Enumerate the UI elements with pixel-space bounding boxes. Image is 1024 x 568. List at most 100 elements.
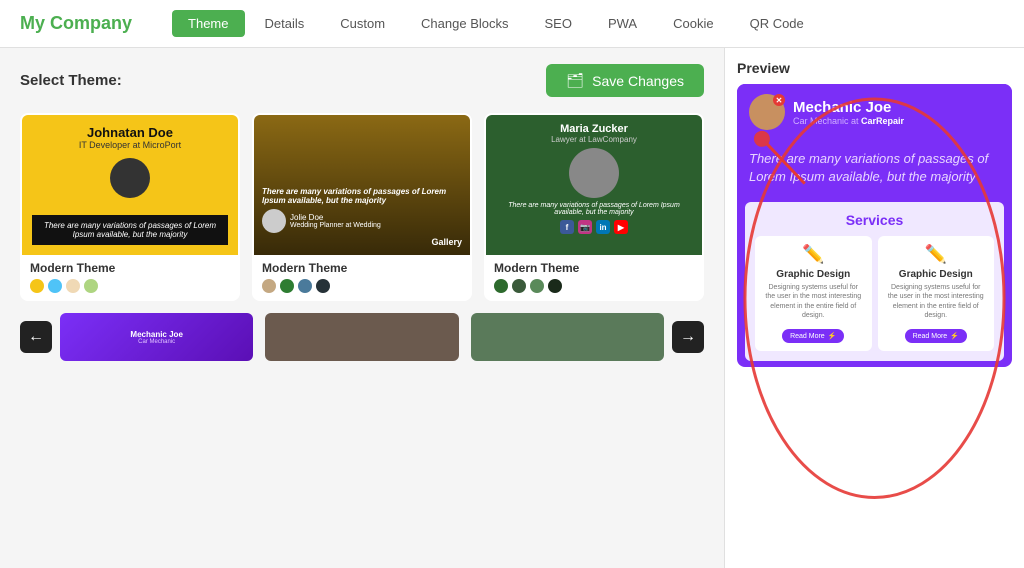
preview-header: ✕ Mechanic Joe Car Mechanic at CarRepair	[737, 84, 1012, 140]
main-content: Select Theme: 🗂 Save Changes Johnatan Do…	[0, 48, 1024, 568]
card2-info: Jolie Doe Wedding Planner at Wedding	[290, 213, 381, 229]
read-more-icon-1: ⚡	[828, 332, 837, 340]
theme-card-1-footer: Modern Theme	[22, 255, 238, 299]
thumb-1[interactable]: Mechanic Joe Car Mechanic	[60, 313, 253, 361]
card3-body-text: There are many variations of passages of…	[494, 202, 694, 216]
theme-card-2[interactable]: There are many variations of passages of…	[252, 113, 472, 301]
save-button[interactable]: 🗂 Save Changes	[546, 64, 704, 97]
color-dot[interactable]	[262, 279, 276, 293]
card1-subtitle: IT Developer at MicroPort	[79, 140, 181, 150]
read-more-icon-2: ⚡	[950, 332, 959, 340]
thumb-2[interactable]	[265, 313, 458, 361]
card2-avatar	[262, 209, 286, 233]
color-dot[interactable]	[48, 279, 62, 293]
service-1-icon: ✏️	[763, 244, 864, 265]
services-grid: ✏️ Graphic Design Designing systems usef…	[755, 236, 994, 351]
preview-card-wrapper: ✕ Mechanic Joe Car Mechanic at CarRepair…	[737, 84, 1012, 367]
theme-card-3-footer: Modern Theme	[486, 255, 702, 299]
tab-seo[interactable]: SEO	[529, 10, 588, 37]
preview-avatar: ✕	[749, 94, 785, 130]
theme-card-3-name: Modern Theme	[494, 261, 694, 275]
tab-custom[interactable]: Custom	[324, 10, 401, 37]
tab-qr-code[interactable]: QR Code	[734, 10, 820, 37]
save-label: Save Changes	[592, 73, 684, 89]
theme-card-1[interactable]: Johnatan Doe IT Developer at MicroPort T…	[20, 113, 240, 301]
preview-services: Services ✏️ Graphic Design Designing sys…	[745, 202, 1004, 361]
card2-label: Gallery	[262, 237, 462, 247]
theme-card-2-image: There are many variations of passages of…	[254, 115, 470, 255]
card3-social-icons: f 📷 in ▶	[560, 220, 628, 234]
color-dot[interactable]	[512, 279, 526, 293]
preview-person-role: Car Mechanic at CarRepair	[793, 116, 904, 126]
theme-card-3[interactable]: Maria Zucker Lawyer at LawCompany There …	[484, 113, 704, 301]
color-dot[interactable]	[30, 279, 44, 293]
card2-person-name: Jolie Doe	[290, 213, 381, 222]
tab-cookie[interactable]: Cookie	[657, 10, 729, 37]
theme-card-1-colors	[30, 279, 230, 293]
theme-card-1-name: Modern Theme	[30, 261, 230, 275]
service-1-desc: Designing systems useful for the user in…	[763, 283, 864, 319]
tab-change-blocks[interactable]: Change Blocks	[405, 10, 524, 37]
card1-body-text: There are many variations of passages of…	[32, 215, 228, 245]
preview-person-info: Mechanic Joe Car Mechanic at CarRepair	[793, 99, 904, 126]
service-1-btn[interactable]: Read More ⚡	[782, 329, 844, 343]
preview-label: Preview	[737, 60, 1012, 76]
avatar-x-icon: ✕	[773, 94, 785, 106]
service-1-name: Graphic Design	[763, 269, 864, 280]
color-dot[interactable]	[280, 279, 294, 293]
header: My Company Theme Details Custom Change B…	[0, 0, 1024, 48]
card1-person-name: Johnatan Doe	[87, 125, 173, 140]
theme-card-2-colors	[262, 279, 462, 293]
youtube-icon[interactable]: ▶	[614, 220, 628, 234]
color-dot[interactable]	[84, 279, 98, 293]
service-card-2: ✏️ Graphic Design Designing systems usef…	[878, 236, 995, 351]
preview-tagline: There are many variations of passages of…	[737, 140, 1012, 196]
facebook-icon[interactable]: f	[560, 220, 574, 234]
color-dot[interactable]	[316, 279, 330, 293]
thumb-1-role: Car Mechanic	[138, 339, 175, 345]
theme-card-1-image: Johnatan Doe IT Developer at MicroPort T…	[22, 115, 238, 255]
services-title: Services	[755, 212, 994, 228]
save-icon: 🗂	[566, 72, 584, 89]
card1-avatar	[110, 158, 150, 198]
card3-avatar	[569, 148, 619, 198]
card3-person-name: Maria Zucker	[560, 123, 628, 135]
theme-card-2-footer: Modern Theme	[254, 255, 470, 299]
card3-subtitle: Lawyer at LawCompany	[551, 135, 637, 144]
tab-pwa[interactable]: PWA	[592, 10, 653, 37]
tab-theme[interactable]: Theme	[172, 10, 244, 37]
thumb-3[interactable]	[471, 313, 664, 361]
theme-grid: Johnatan Doe IT Developer at MicroPort T…	[20, 113, 704, 301]
theme-card-2-name: Modern Theme	[262, 261, 462, 275]
thumb-1-name: Mechanic Joe	[130, 330, 182, 339]
color-dot[interactable]	[494, 279, 508, 293]
bottom-navigation-row: ← Mechanic Joe Car Mechanic →	[20, 313, 704, 361]
instagram-icon[interactable]: 📷	[578, 220, 592, 234]
preview-card: ✕ Mechanic Joe Car Mechanic at CarRepair…	[737, 84, 1012, 367]
service-card-1: ✏️ Graphic Design Designing systems usef…	[755, 236, 872, 351]
tab-details[interactable]: Details	[249, 10, 321, 37]
bottom-thumbs: Mechanic Joe Car Mechanic	[60, 313, 664, 361]
linkedin-icon[interactable]: in	[596, 220, 610, 234]
select-theme-label: Select Theme:	[20, 72, 122, 89]
next-button[interactable]: →	[672, 321, 704, 353]
card2-body-text: There are many variations of passages of…	[262, 187, 462, 205]
right-panel: Preview ✕ Mechanic Joe Car Mechanic at C…	[724, 48, 1024, 568]
prev-button[interactable]: ←	[20, 321, 52, 353]
preview-person-name: Mechanic Joe	[793, 99, 904, 116]
nav-tabs: Theme Details Custom Change Blocks SEO P…	[172, 10, 820, 37]
color-dot[interactable]	[530, 279, 544, 293]
color-dot[interactable]	[548, 279, 562, 293]
color-dot[interactable]	[66, 279, 80, 293]
left-panel: Select Theme: 🗂 Save Changes Johnatan Do…	[0, 48, 724, 568]
service-2-name: Graphic Design	[886, 269, 987, 280]
logo: My Company	[20, 13, 132, 34]
service-2-btn[interactable]: Read More ⚡	[905, 329, 967, 343]
card2-profile: Jolie Doe Wedding Planner at Wedding	[262, 209, 462, 233]
panel-header: Select Theme: 🗂 Save Changes	[20, 64, 704, 97]
card2-subtitle: Wedding Planner at Wedding	[290, 222, 381, 229]
service-2-desc: Designing systems useful for the user in…	[886, 283, 987, 319]
color-dot[interactable]	[298, 279, 312, 293]
theme-card-3-image: Maria Zucker Lawyer at LawCompany There …	[486, 115, 702, 255]
service-2-icon: ✏️	[886, 244, 987, 265]
